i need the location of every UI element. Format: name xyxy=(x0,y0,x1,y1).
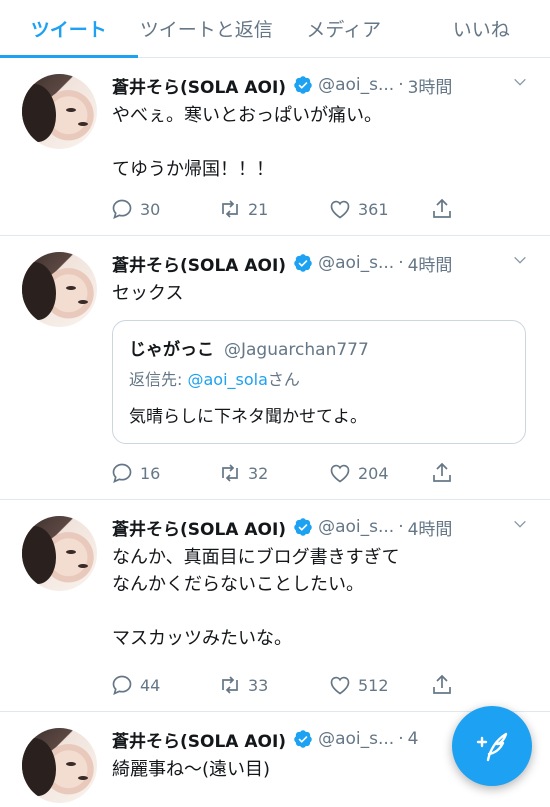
mention-link[interactable]: @aoi_sola xyxy=(187,370,267,389)
handle: @aoi_s... xyxy=(318,253,395,273)
verified-badge-icon xyxy=(294,254,312,272)
quoted-tweet[interactable]: じゃがっこ @Jaguarchan777 返信先: @aoi_solaさん 気晴ら… xyxy=(112,320,526,444)
profile-tabs: ツイート ツイートと返信 メディア いいね xyxy=(0,0,550,58)
retweet-icon xyxy=(222,676,238,694)
reply-count: 30 xyxy=(140,199,161,219)
reply-button[interactable]: 44 xyxy=(110,673,160,697)
like-count: 204 xyxy=(358,463,389,483)
avatar[interactable] xyxy=(22,252,97,327)
feather-compose-icon xyxy=(476,732,508,762)
chevron-down-icon[interactable] xyxy=(512,516,532,536)
chevron-down-icon[interactable] xyxy=(512,74,532,94)
tab-likes[interactable]: いいね xyxy=(413,0,550,57)
replying-to: 返信先: @aoi_solaさん xyxy=(129,370,300,389)
like-button[interactable]: 361 xyxy=(328,197,389,221)
share-icon xyxy=(433,198,451,218)
retweet-icon xyxy=(222,464,238,482)
tab-tweets[interactable]: ツイート xyxy=(0,0,138,58)
chevron-down-icon[interactable] xyxy=(512,252,532,272)
quoted-display-name: じゃがっこ xyxy=(129,340,214,360)
verified-badge-icon xyxy=(294,518,312,536)
verified-badge-icon xyxy=(294,730,312,748)
retweet-count: 33 xyxy=(248,675,269,695)
avatar[interactable] xyxy=(22,74,97,149)
avatar[interactable] xyxy=(22,516,97,591)
heart-icon xyxy=(330,676,350,695)
reply-count: 16 xyxy=(140,463,161,483)
tweet-header: 蒼井そら(SOLA AOI) @aoi_s... · 3時間 xyxy=(112,72,532,98)
tab-media[interactable]: メディア xyxy=(275,0,413,57)
tab-tweets-and-replies[interactable]: ツイートと返信 xyxy=(138,0,276,57)
quoted-handle: @Jaguarchan777 xyxy=(224,340,369,360)
retweet-icon xyxy=(222,200,238,218)
timestamp[interactable]: 4 xyxy=(408,729,419,749)
tweet-text: なんか、真面目にブログ書きすぎて なんかくだらないことしたい。 マスカッツみたい… xyxy=(112,547,400,649)
display-name[interactable]: 蒼井そら(SOLA AOI) xyxy=(112,515,286,540)
like-button[interactable]: 204 xyxy=(328,461,389,485)
timestamp[interactable]: 4時間 xyxy=(408,515,453,540)
heart-icon xyxy=(330,464,350,483)
display-name[interactable]: 蒼井そら(SOLA AOI) xyxy=(112,251,286,276)
share-icon xyxy=(433,462,451,482)
tweet[interactable]: 蒼井そら(SOLA AOI) @aoi_s... · 4時間 セックス じゃがっ… xyxy=(0,236,550,500)
tweet-text: やべぇ。寒いとおっぱいが痛い。 てゆうか帰国！！！ xyxy=(112,105,382,180)
display-name[interactable]: 蒼井そら(SOLA AOI) xyxy=(112,727,286,752)
handle: @aoi_s... xyxy=(318,75,395,95)
retweet-button[interactable]: 32 xyxy=(218,461,268,485)
tweet-header: 蒼井そら(SOLA AOI) @aoi_s... · 4時間 xyxy=(112,250,532,276)
tweet[interactable]: 蒼井そら(SOLA AOI) @aoi_s... · 3時間 やべぇ。寒いとおっ… xyxy=(0,58,550,236)
timestamp[interactable]: 4時間 xyxy=(408,251,453,276)
retweet-button[interactable]: 33 xyxy=(218,673,268,697)
tweet-actions: 30 21 361 xyxy=(110,196,462,222)
reply-icon xyxy=(112,199,132,220)
retweet-count: 21 xyxy=(248,199,269,219)
retweet-count: 32 xyxy=(248,463,269,483)
reply-button[interactable]: 16 xyxy=(110,461,160,485)
tweet[interactable]: 蒼井そら(SOLA AOI) @aoi_s... · 4時間 なんか、真面目にブ… xyxy=(0,500,550,712)
tweet-text: セックス xyxy=(112,283,184,304)
like-button[interactable]: 512 xyxy=(328,673,389,697)
heart-icon xyxy=(330,200,350,219)
reply-icon xyxy=(112,675,132,696)
retweet-button[interactable]: 21 xyxy=(218,197,268,221)
quoted-text: 気晴らしに下ネタ聞かせてよ。 xyxy=(129,407,367,427)
tweet-actions: 44 33 512 xyxy=(110,672,462,698)
like-count: 361 xyxy=(358,199,389,219)
reply-icon xyxy=(112,463,132,484)
display-name[interactable]: 蒼井そら(SOLA AOI) xyxy=(112,73,286,98)
reply-count: 44 xyxy=(140,675,161,695)
share-button[interactable] xyxy=(430,197,460,221)
reply-button[interactable]: 30 xyxy=(110,197,160,221)
tweet-actions: 16 32 204 xyxy=(110,460,462,486)
share-icon xyxy=(433,674,451,694)
share-button[interactable] xyxy=(430,461,460,485)
avatar[interactable] xyxy=(22,728,97,803)
verified-badge-icon xyxy=(294,76,312,94)
like-count: 512 xyxy=(358,675,389,695)
compose-tweet-button[interactable] xyxy=(452,706,532,786)
tweet-header: 蒼井そら(SOLA AOI) @aoi_s... · 4時間 xyxy=(112,514,532,540)
handle: @aoi_s... xyxy=(318,517,395,537)
handle: @aoi_s... xyxy=(318,729,395,749)
share-button[interactable] xyxy=(430,673,460,697)
timestamp[interactable]: 3時間 xyxy=(408,73,453,98)
